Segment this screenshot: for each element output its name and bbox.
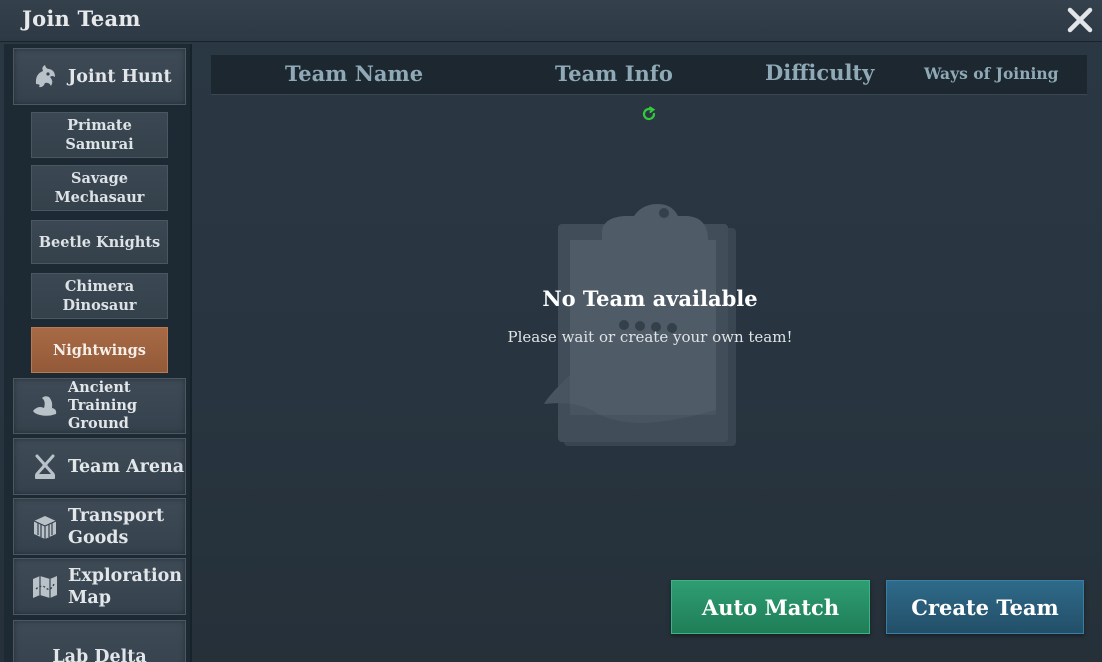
subitem-beetle-knights[interactable]: Beetle Knights (31, 220, 168, 264)
auto-match-label: Auto Match (701, 594, 840, 620)
mode-sidebar: Joint Hunt Primate Samurai Savage Mechas… (4, 44, 192, 662)
window-title: Join Team (22, 6, 141, 31)
sidebar-item-label: Ancient Training Ground (68, 379, 138, 432)
empty-state-message: Please wait or create your own team! (507, 328, 793, 346)
subitem-nightwings[interactable]: Nightwings (31, 327, 168, 373)
subitem-label: Beetle Knights (38, 233, 161, 251)
column-difficulty: Difficulty (765, 60, 875, 85)
subitem-label: Chimera Dinosaur (62, 278, 137, 314)
loading-spinner-icon (642, 106, 656, 121)
subitem-label: Primate Samurai (65, 117, 134, 153)
crossed-swords-icon (28, 450, 62, 484)
close-icon (1067, 7, 1093, 33)
sidebar-item-joint-hunt[interactable]: Joint Hunt (13, 48, 186, 105)
beast-head-icon (28, 60, 62, 94)
sidebar-item-label: Exploration Map (68, 565, 183, 608)
create-team-label: Create Team (911, 594, 1059, 620)
flexed-arm-icon (28, 389, 62, 423)
subitem-primate-samurai[interactable]: Primate Samurai (31, 112, 168, 158)
column-team-info: Team Info (555, 61, 673, 86)
column-ways-of-joining: Ways of Joining (924, 64, 1059, 83)
sidebar-item-exploration-map[interactable]: Exploration Map (13, 558, 186, 615)
subitem-label: Nightwings (53, 341, 146, 359)
subitem-savage-mechasaur[interactable]: Savage Mechasaur (31, 165, 168, 211)
team-list-header: Team Name Team Info Difficulty Ways of J… (211, 55, 1087, 95)
auto-match-button[interactable]: Auto Match (671, 580, 870, 634)
sidebar-item-label: Lab Delta (52, 646, 147, 662)
map-icon (28, 570, 62, 604)
close-button[interactable] (1064, 4, 1096, 36)
title-bar: Join Team (0, 0, 1102, 42)
column-team-name: Team Name (285, 61, 424, 86)
subitem-chimera-dinosaur[interactable]: Chimera Dinosaur (31, 273, 168, 319)
sidebar-item-label: Team Arena (68, 456, 185, 477)
sidebar-item-team-arena[interactable]: Team Arena (13, 438, 186, 495)
join-team-window: Join Team Joint Hunt Primate Samurai Sav… (0, 0, 1102, 662)
sidebar-item-transport-goods[interactable]: Transport Goods (13, 498, 186, 555)
sidebar-item-label: Joint Hunt (68, 66, 172, 87)
sidebar-item-ancient-training-ground[interactable]: Ancient Training Ground (13, 378, 186, 434)
subitem-label: Savage Mechasaur (54, 170, 145, 206)
empty-state-title: No Team available (542, 286, 758, 311)
crate-icon (28, 510, 62, 544)
sidebar-item-lab-delta[interactable]: Lab Delta (13, 620, 186, 662)
sidebar-item-label: Transport Goods (68, 505, 165, 548)
clipboard-icon (544, 204, 736, 446)
create-team-button[interactable]: Create Team (886, 580, 1084, 634)
